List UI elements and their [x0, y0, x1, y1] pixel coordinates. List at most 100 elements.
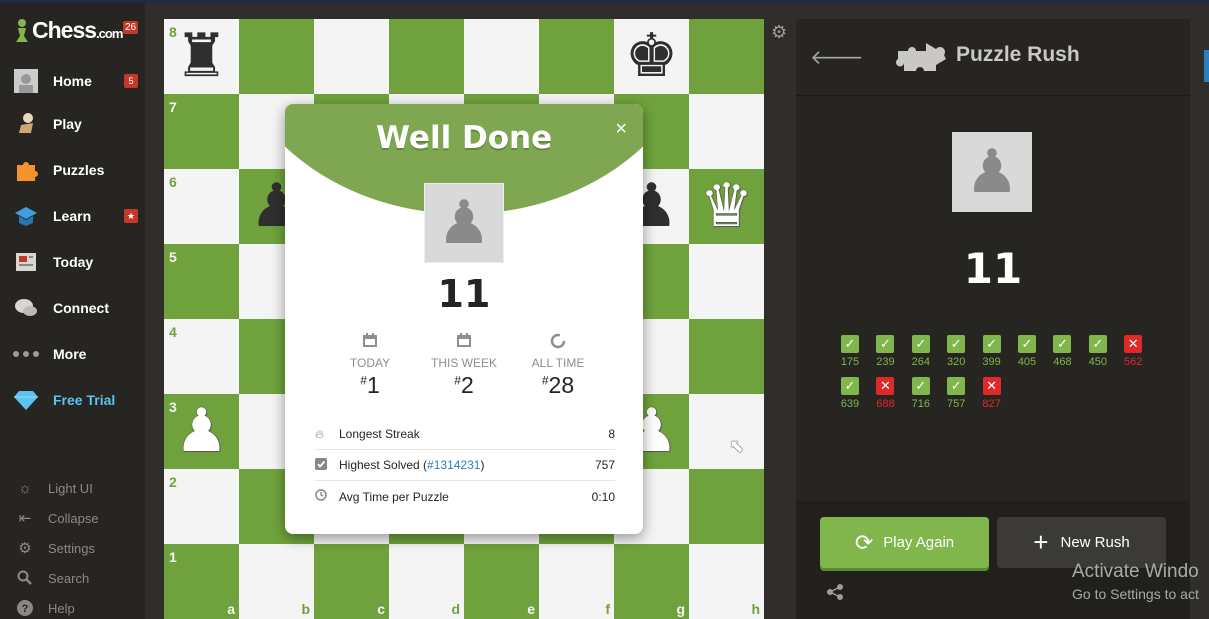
puzzle-result[interactable]: ✕ 562 — [1115, 335, 1151, 368]
puzzle-result[interactable]: ✕ 688 — [867, 377, 903, 410]
square-h5[interactable] — [689, 244, 764, 319]
square-a4[interactable]: 4 — [164, 319, 239, 394]
square-h8[interactable] — [689, 19, 764, 94]
puzzle-result[interactable]: ✓ 405 — [1009, 335, 1045, 368]
square-h4[interactable] — [689, 319, 764, 394]
rank-label: 2 — [169, 474, 177, 490]
square-g1[interactable]: g — [614, 544, 689, 619]
collapse-button[interactable]: ⇤ Collapse — [0, 505, 145, 531]
back-arrow-icon[interactable]: 🡐 — [810, 45, 864, 70]
check-icon: ✓ — [841, 377, 859, 395]
play-again-button[interactable]: ⟳ Play Again — [820, 517, 989, 568]
square-a2[interactable]: 2 — [164, 469, 239, 544]
puzzle-result[interactable]: ✓ 320 — [938, 335, 974, 368]
puzzle-result[interactable]: ✓ 450 — [1080, 335, 1116, 368]
sidebar-item-free-trial[interactable]: Free Trial — [0, 380, 145, 420]
puzzle-result[interactable]: ✓ 716 — [903, 377, 939, 410]
collapse-icon: ⇤ — [18, 510, 32, 527]
file-label: h — [751, 601, 760, 617]
puzzle-rating: 320 — [947, 356, 966, 368]
sidebar-item-play[interactable]: Play — [0, 104, 145, 144]
square-f1[interactable]: f — [539, 544, 614, 619]
sidebar-item-today[interactable]: Today — [0, 242, 145, 282]
square-c8[interactable] — [314, 19, 389, 94]
square-h6[interactable]: ♛ — [689, 169, 764, 244]
square-c1[interactable]: c — [314, 544, 389, 619]
black-piece[interactable]: ♜ — [164, 19, 239, 94]
puzzle-rating: 716 — [911, 398, 930, 410]
sidebar-item-puzzles[interactable]: Puzzles — [0, 150, 145, 190]
square-h1[interactable]: h — [689, 544, 764, 619]
checkbox-icon — [315, 457, 333, 473]
check-icon: ✓ — [947, 335, 966, 353]
sidebar-item-more[interactable]: More — [0, 334, 145, 374]
panel-score: 11 — [963, 244, 1023, 293]
puzzle-result[interactable]: ✓ 175 — [832, 335, 868, 368]
puzzle-rating: 688 — [876, 398, 895, 410]
puzzle-result[interactable]: ✓ 264 — [903, 335, 939, 368]
white-piece[interactable]: ♛ — [689, 169, 764, 244]
sidebar-item-home[interactable]: Home 5 — [0, 61, 145, 101]
chess-logo[interactable]: Chess.com — [14, 17, 123, 44]
calendar-icon — [325, 332, 415, 352]
refresh-icon: ⟳ — [854, 529, 874, 555]
square-h3[interactable] — [689, 394, 764, 469]
square-b8[interactable] — [239, 19, 314, 94]
cross-icon: ✕ — [876, 377, 895, 395]
white-piece[interactable]: ♟ — [164, 394, 239, 469]
edge-scrollbar[interactable] — [1204, 50, 1209, 82]
sidebar-item-connect[interactable]: Connect — [0, 288, 145, 328]
stat-list: 🔥︎ Longest Streak 8 Highest Solved (#131… — [315, 419, 615, 512]
play-again-label: Play Again — [883, 534, 955, 551]
square-e8[interactable] — [464, 19, 539, 94]
square-d1[interactable]: d — [389, 544, 464, 619]
square-f8[interactable] — [539, 19, 614, 94]
row-value: 0:10 — [591, 489, 615, 504]
share-icon[interactable] — [826, 583, 844, 606]
square-a8[interactable]: 8 ♜ — [164, 19, 239, 94]
puzzle-rush-icon — [896, 39, 948, 75]
pawn-avatar-icon: ♟ — [952, 132, 1032, 212]
square-a7[interactable]: 7 — [164, 94, 239, 169]
square-a1[interactable]: 1a — [164, 544, 239, 619]
check-icon: ✓ — [1053, 335, 1072, 353]
square-b1[interactable]: b — [239, 544, 314, 619]
graduation-cap-icon — [12, 202, 40, 230]
square-e1[interactable]: e — [464, 544, 539, 619]
light-ui-button[interactable]: ☼ Light UI — [0, 475, 145, 501]
square-d8[interactable] — [389, 19, 464, 94]
more-dots-icon — [12, 340, 40, 368]
puzzle-result[interactable]: ✓ 468 — [1044, 335, 1080, 368]
home-badge: 5 — [124, 74, 138, 88]
puzzle-rating: 175 — [840, 356, 860, 368]
new-rush-label: New Rush — [1060, 534, 1130, 551]
settings-button[interactable]: ⚙ Settings — [0, 535, 145, 561]
logo-pawn-icon — [14, 18, 30, 44]
puzzle-result[interactable]: ✕ 827 — [974, 377, 1010, 410]
help-button[interactable]: ? Help — [0, 595, 145, 619]
puzzle-rating: 264 — [911, 356, 930, 368]
puzzle-result[interactable]: ✓ 239 — [867, 335, 903, 368]
collapse-label: Collapse — [48, 510, 99, 526]
square-a3[interactable]: 3 ♟ — [164, 394, 239, 469]
square-h2[interactable] — [689, 469, 764, 544]
chat-bubbles-icon — [12, 294, 40, 322]
panel-title: Puzzle Rush — [956, 43, 1080, 66]
rank-label: 1 — [169, 549, 177, 565]
file-label: c — [377, 601, 385, 617]
help-icon: ? — [15, 598, 35, 618]
search-button[interactable]: Search — [0, 565, 145, 591]
square-h7[interactable] — [689, 94, 764, 169]
puzzle-result[interactable]: ✓ 639 — [832, 377, 868, 410]
puzzle-result[interactable]: ✓ 757 — [938, 377, 974, 410]
puzzle-result[interactable]: ✓ 399 — [974, 335, 1010, 368]
board-settings-gear-icon[interactable]: ⚙ — [771, 22, 787, 43]
sidebar-item-learn[interactable]: Learn ★ — [0, 196, 145, 236]
close-icon[interactable]: × — [615, 118, 627, 141]
square-g8[interactable]: ♚ — [614, 19, 689, 94]
black-piece[interactable]: ♚ — [614, 19, 689, 94]
square-a6[interactable]: 6 — [164, 169, 239, 244]
stat-rank: #28 — [541, 372, 575, 398]
square-a5[interactable]: 5 — [164, 244, 239, 319]
puzzle-link[interactable]: #1314231 — [427, 458, 480, 472]
